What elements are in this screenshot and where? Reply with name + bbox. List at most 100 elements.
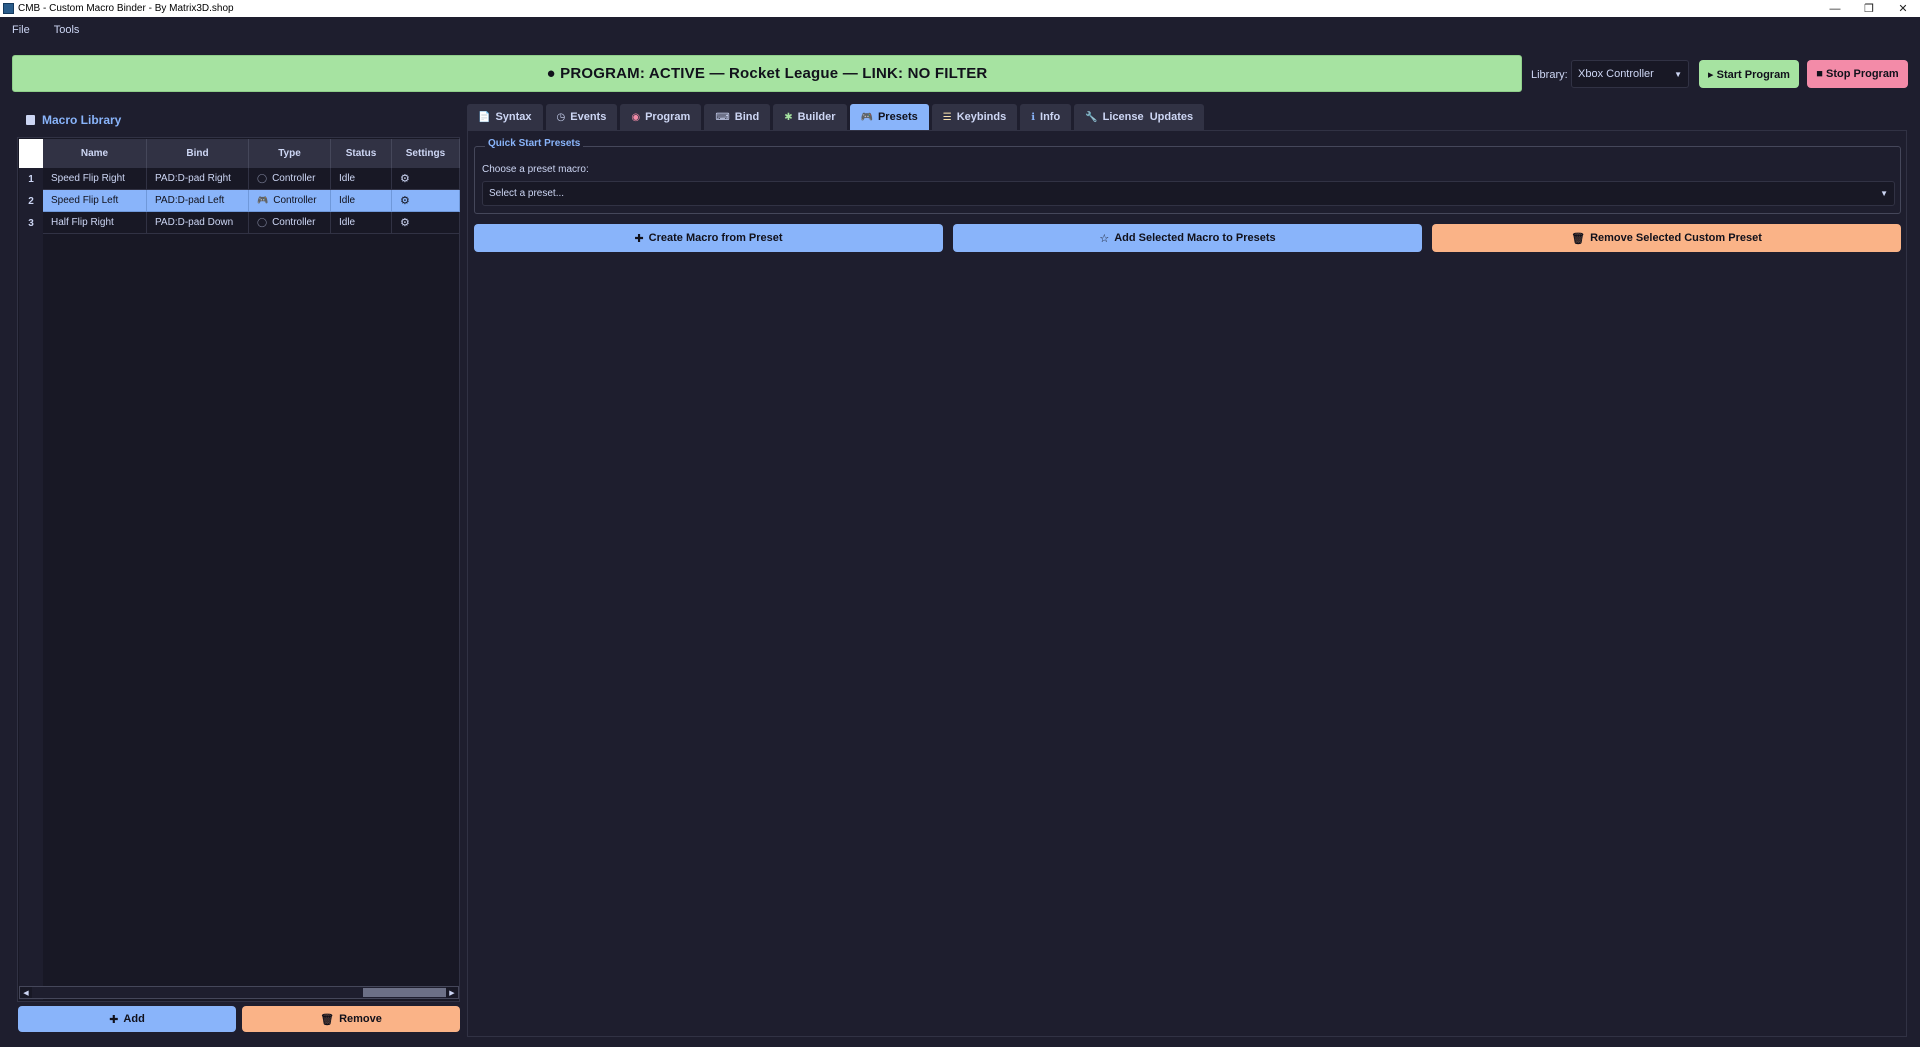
column-header-bind[interactable]: Bind	[147, 139, 249, 168]
library-select[interactable]: Xbox Controller ▼	[1571, 60, 1689, 88]
table-row[interactable]: 1 Speed Flip Right PAD:D-pad Right ◯ Cont…	[19, 168, 460, 190]
cell-name[interactable]: Half Flip Right	[43, 212, 147, 234]
cell-bind[interactable]: PAD:D-pad Down	[147, 212, 249, 234]
cell-settings[interactable]: ⚙	[392, 190, 460, 212]
table-row[interactable]: 3 Half Flip Right PAD:D-pad Down ◯ Contro…	[19, 212, 460, 234]
add-selected-to-presets-button[interactable]: ☆ Add Selected Macro to Presets	[953, 224, 1422, 252]
gear-icon[interactable]: ⚙	[400, 172, 410, 185]
list-icon: ☰	[942, 111, 952, 123]
cell-settings[interactable]: ⚙	[392, 212, 460, 234]
macro-library-title: Macro Library	[26, 113, 121, 127]
start-program-button[interactable]: ▸ Start Program	[1699, 60, 1799, 88]
cell-status: Idle	[331, 168, 392, 190]
choose-preset-label: Choose a preset macro:	[482, 164, 589, 175]
table-body: 1 Speed Flip Right PAD:D-pad Right ◯ Cont…	[19, 168, 460, 234]
tab-label: Syntax	[495, 111, 532, 123]
remove-macro-button[interactable]: 🗑 Remove	[242, 1006, 460, 1032]
horizontal-scrollbar[interactable]: ◀ ▶	[19, 986, 459, 999]
chevron-down-icon: ▼	[1674, 70, 1682, 79]
cell-type[interactable]: 🎮 Controller	[249, 190, 331, 212]
program-status-banner: ● PROGRAM: ACTIVE — Rocket League — LINK…	[12, 55, 1522, 92]
macro-table: Name Bind Type Status Settings 1 Speed F…	[17, 137, 460, 1002]
stop-program-button[interactable]: ■ Stop Program	[1807, 60, 1908, 88]
restore-icon[interactable]: ❐	[1852, 0, 1886, 17]
app-icon	[3, 3, 14, 14]
cell-type[interactable]: ◯ Controller	[249, 212, 331, 234]
tab-label: Program	[645, 111, 691, 123]
brain-icon: ◉	[631, 111, 641, 123]
window-title: CMB - Custom Macro Binder - By Matrix3D.…	[18, 3, 234, 14]
tab-label: Presets	[877, 111, 918, 123]
quick-start-presets-title: Quick Start Presets	[485, 138, 584, 149]
tab-program[interactable]: ◉ Program	[620, 104, 702, 130]
scroll-right-icon[interactable]: ▶	[446, 987, 458, 998]
close-icon[interactable]: ✕	[1886, 0, 1920, 17]
table-row[interactable]: 2 Speed Flip Left PAD:D-pad Left 🎮 Contro…	[19, 190, 460, 212]
controller-icon: 🎮	[257, 195, 269, 205]
preset-select[interactable]: Select a preset... ▼	[482, 181, 1895, 206]
tab-builder[interactable]: ✱ Builder	[773, 104, 847, 130]
create-macro-from-preset-button[interactable]: ✚ Create Macro from Preset	[474, 224, 943, 252]
trash-icon: 🗑	[320, 1013, 335, 1026]
document-icon: 📄	[478, 111, 491, 123]
menu-file[interactable]: File	[0, 24, 42, 36]
controller-icon: ◯	[257, 173, 268, 183]
tab-keybinds[interactable]: ☰ Keybinds	[931, 104, 1018, 130]
tab-label: Keybinds	[956, 111, 1007, 123]
add-macro-label: Add	[123, 1013, 145, 1025]
row-number: 1	[28, 173, 34, 185]
trash-icon: 🗑	[1571, 232, 1586, 245]
tab-events[interactable]: ◷ Events	[545, 104, 618, 130]
tab-label: License Updates	[1102, 111, 1194, 123]
add-macro-button[interactable]: ✚ Add	[18, 1006, 236, 1032]
column-header-type[interactable]: Type	[249, 139, 331, 168]
add-selected-label: Add Selected Macro to Presets	[1114, 232, 1276, 244]
cell-settings[interactable]: ⚙	[392, 168, 460, 190]
tab-info[interactable]: ℹ Info	[1020, 104, 1072, 130]
presets-tab-panel	[467, 130, 1907, 1037]
preset-select-value: Select a preset...	[489, 188, 565, 199]
column-header-name[interactable]: Name	[43, 139, 147, 168]
scrollbar-thumb[interactable]	[363, 988, 448, 997]
window-controls: — ❐ ✕	[1818, 0, 1920, 17]
tab-label: Info	[1040, 111, 1061, 123]
remove-custom-preset-button[interactable]: 🗑 Remove Selected Custom Preset	[1432, 224, 1901, 252]
cell-bind[interactable]: PAD:D-pad Left	[147, 190, 249, 212]
menu-bar: File Tools	[0, 17, 1920, 43]
cell-type-label: Controller	[273, 195, 317, 206]
controller-icon: ◯	[257, 217, 268, 227]
table-header: Name Bind Type Status Settings	[43, 139, 460, 168]
library-label: Library:	[1531, 69, 1568, 81]
cell-type[interactable]: ◯ Controller	[249, 168, 331, 190]
tab-bind[interactable]: ⌨ Bind	[704, 104, 771, 130]
column-header-settings[interactable]: Settings	[392, 139, 460, 168]
table-corner-select-all[interactable]	[19, 139, 43, 168]
cell-bind[interactable]: PAD:D-pad Right	[147, 168, 249, 190]
keyboard-icon: ⌨	[715, 111, 730, 123]
tab-label: Bind	[734, 111, 760, 123]
clock-icon: ◷	[556, 111, 566, 123]
column-header-status[interactable]: Status	[331, 139, 392, 168]
gamepad-icon: 🎮	[860, 111, 873, 123]
gear-icon[interactable]: ⚙	[400, 216, 410, 229]
tab-syntax[interactable]: 📄 Syntax	[467, 104, 543, 130]
gear-icon[interactable]: ⚙	[400, 194, 410, 207]
menu-tools[interactable]: Tools	[42, 24, 92, 36]
main-tab-bar: 📄 Syntax ◷ Events ◉ Program ⌨ Bind ✱ Builder …	[467, 104, 1207, 130]
create-macro-label: Create Macro from Preset	[648, 232, 783, 244]
row-number-column	[19, 168, 43, 1000]
cell-type-label: Controller	[272, 173, 316, 184]
remove-custom-label: Remove Selected Custom Preset	[1590, 232, 1762, 244]
chevron-down-icon: ▼	[1880, 189, 1888, 198]
cell-name[interactable]: Speed Flip Left	[43, 190, 147, 212]
info-icon: ℹ	[1031, 111, 1036, 123]
tab-presets[interactable]: 🎮 Presets	[849, 104, 929, 130]
tab-license-updates[interactable]: 🔧 License Updates	[1074, 104, 1205, 130]
book-icon	[26, 115, 35, 125]
tab-label: Events	[570, 111, 607, 123]
cell-name[interactable]: Speed Flip Right	[43, 168, 147, 190]
macro-library-label: Macro Library	[42, 113, 122, 127]
scroll-left-icon[interactable]: ◀	[20, 987, 32, 998]
cell-type-label: Controller	[272, 217, 316, 228]
minimize-icon[interactable]: —	[1818, 0, 1852, 17]
